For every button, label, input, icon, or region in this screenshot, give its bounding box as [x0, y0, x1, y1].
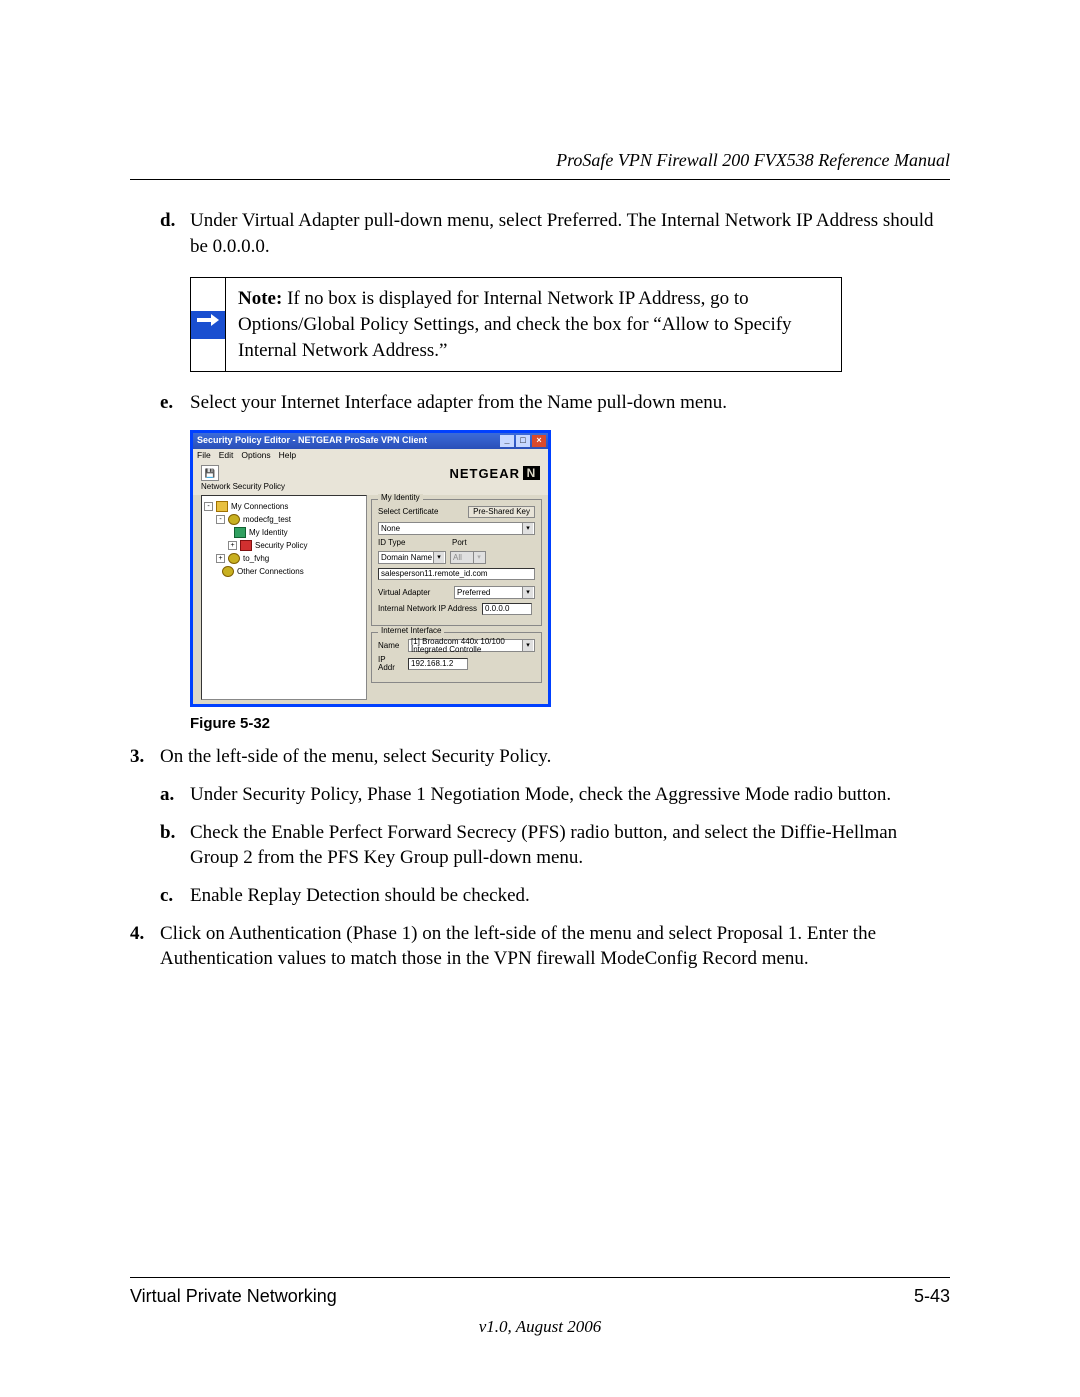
list-item-e: e. Select your Internet Interface adapte…: [160, 390, 950, 416]
identity-legend: My Identity: [378, 494, 423, 502]
tree-root[interactable]: My Connections: [231, 503, 288, 511]
netgear-logo-icon: N: [523, 466, 540, 480]
netgear-brand: NETGEAR N: [449, 466, 540, 480]
list-item-3a: a. Under Security Policy, Phase 1 Negoti…: [160, 782, 950, 808]
ipaddr-input[interactable]: 192.168.1.2: [408, 658, 468, 670]
marker: c.: [160, 883, 190, 909]
policy-label: Network Security Policy: [193, 483, 548, 495]
marker: d.: [160, 208, 190, 259]
virtual-adapter-select[interactable]: Preferred: [454, 586, 535, 599]
text: Under Virtual Adapter pull-down menu, se…: [190, 208, 950, 259]
domain-input[interactable]: salesperson11.remote_id.com: [378, 568, 535, 580]
interface-legend: Internet Interface: [378, 627, 444, 635]
tree-security[interactable]: Security Policy: [255, 542, 307, 550]
identity-fieldset: My Identity Select Certificate Pre-Share…: [371, 499, 542, 626]
marker: 4.: [130, 921, 160, 972]
folder-icon: [216, 501, 228, 512]
id-icon: [234, 527, 246, 538]
maximize-button[interactable]: □: [516, 435, 530, 447]
arrow-icon: [191, 311, 225, 339]
note-label: Note:: [238, 288, 282, 309]
id-type-label: ID Type: [378, 539, 448, 547]
name-label: Name: [378, 642, 404, 650]
interface-fieldset: Internet Interface Name [1] Broadcom 440…: [371, 632, 542, 683]
list-item-4: 4. Click on Authentication (Phase 1) on …: [130, 921, 950, 972]
minimize-button[interactable]: _: [500, 435, 514, 447]
menu-edit[interactable]: Edit: [219, 451, 234, 460]
save-icon[interactable]: 💾: [201, 465, 219, 481]
marker: 3.: [130, 744, 160, 770]
screenshot-window: Security Policy Editor - NETGEAR ProSafe…: [190, 430, 551, 708]
footer: Virtual Private Networking 5-43 v1.0, Au…: [130, 1269, 950, 1337]
tree-panel[interactable]: -My Connections -modecfg_test My Identit…: [201, 495, 367, 700]
pre-shared-key-button[interactable]: Pre-Shared Key: [468, 506, 535, 518]
text: Select your Internet Interface adapter f…: [190, 390, 950, 416]
window-title: Security Policy Editor - NETGEAR ProSafe…: [195, 436, 498, 445]
tree-conn1[interactable]: modecfg_test: [243, 516, 291, 524]
security-icon: [240, 540, 252, 551]
text: On the left-side of the menu, select Sec…: [160, 744, 950, 770]
close-button[interactable]: ×: [532, 435, 546, 447]
ipaddr-label: IP Addr: [378, 656, 404, 672]
form-panel: My Identity Select Certificate Pre-Share…: [371, 495, 548, 704]
tree-identity[interactable]: My Identity: [249, 529, 288, 537]
virtual-adapter-label: Virtual Adapter: [378, 589, 450, 597]
menu-help[interactable]: Help: [279, 451, 296, 460]
list-item-d: d. Under Virtual Adapter pull-down menu,…: [160, 208, 950, 259]
text: Click on Authentication (Phase 1) on the…: [160, 921, 950, 972]
note-body: If no box is displayed for Internal Netw…: [238, 288, 792, 360]
internal-ip-label: Internal Network IP Address: [378, 605, 478, 613]
toolbar: 💾 NETGEAR N: [193, 461, 548, 483]
titlebar: Security Policy Editor - NETGEAR ProSafe…: [193, 433, 548, 449]
marker: b.: [160, 820, 190, 871]
list-item-3: 3. On the left-side of the menu, select …: [130, 744, 950, 770]
tree-other[interactable]: Other Connections: [237, 568, 304, 576]
globe-icon: [228, 553, 240, 564]
footer-rule: [130, 1277, 950, 1278]
page-number: 5-43: [914, 1286, 950, 1307]
id-type-select[interactable]: Domain Name: [378, 551, 446, 564]
text: Enable Replay Detection should be checke…: [190, 883, 950, 909]
menu-options[interactable]: Options: [241, 451, 270, 460]
note-box: Note: If no box is displayed for Interna…: [190, 277, 842, 372]
cert-select[interactable]: None: [378, 522, 535, 535]
menu-file[interactable]: File: [197, 451, 211, 460]
note-icon-cell: [191, 278, 226, 371]
globe-icon: [222, 566, 234, 577]
port-label: Port: [452, 539, 467, 547]
brand-text: NETGEAR: [449, 467, 520, 480]
menubar: File Edit Options Help: [193, 449, 548, 462]
text: Under Security Policy, Phase 1 Negotiati…: [190, 782, 950, 808]
note-text: Note: If no box is displayed for Interna…: [226, 278, 841, 371]
list-item-3b: b. Check the Enable Perfect Forward Secr…: [160, 820, 950, 871]
tree-conn2[interactable]: to_fvhg: [243, 555, 269, 563]
header-rule: [130, 179, 950, 180]
manual-title: ProSafe VPN Firewall 200 FVX538 Referenc…: [130, 150, 950, 171]
select-cert-label: Select Certificate: [378, 508, 438, 516]
text: Check the Enable Perfect Forward Secrecy…: [190, 820, 950, 871]
marker: a.: [160, 782, 190, 808]
list-item-3c: c. Enable Replay Detection should be che…: [160, 883, 950, 909]
footer-version: v1.0, August 2006: [130, 1317, 950, 1337]
figure-caption: Figure 5-32: [190, 715, 950, 732]
footer-section: Virtual Private Networking: [130, 1286, 337, 1307]
globe-icon: [228, 514, 240, 525]
interface-name-select[interactable]: [1] Broadcom 440x 10/100 Integrated Cont…: [408, 639, 535, 652]
port-select: All: [450, 551, 486, 564]
marker: e.: [160, 390, 190, 416]
internal-ip-input[interactable]: 0.0.0.0: [482, 603, 532, 615]
